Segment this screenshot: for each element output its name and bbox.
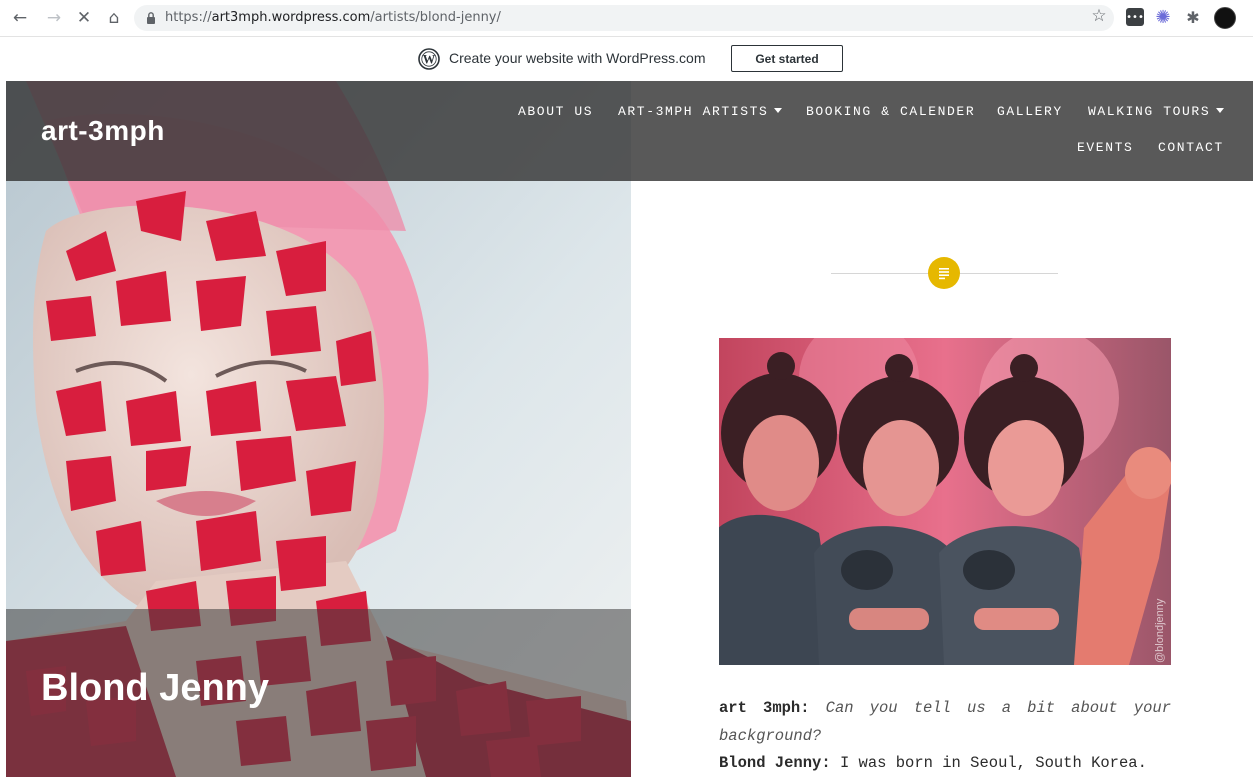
chevron-down-icon [1216,108,1225,113]
home-icon[interactable]: ⌂ [102,6,126,30]
extension-icon[interactable]: ••• [1126,8,1144,26]
star-icon[interactable]: ☆ [1088,6,1110,28]
post-format-badge [928,257,960,289]
profile-icon[interactable] [1214,7,1236,29]
wordpress-logo-icon[interactable]: W [418,48,440,70]
back-arrow-icon[interactable]: ← [8,6,32,30]
extension-icon[interactable]: ✺ [1154,7,1172,28]
forward-arrow-icon[interactable]: → [42,6,66,30]
url-text: https://art3mph.wordpress.com/artists/bl… [165,10,501,25]
chevron-down-icon [774,108,783,113]
menu-item-about-us[interactable]: ABOUT US [518,104,593,119]
image-watermark: @blondjenny [1154,598,1166,663]
browser-toolbar: ← → ✕ ⌂ https://art3mph.wordpress.com/ar… [0,0,1253,37]
menu-item-gallery[interactable]: GALLERY [997,104,1063,119]
answer-speaker: Blond Jenny: [719,754,831,772]
document-icon [939,268,949,280]
page-title: Blond Jenny [41,667,270,709]
menu-item-artists[interactable]: ART-3MPH ARTISTS [618,104,783,119]
menu-item-walking-tours[interactable]: WALKING TOURS [1088,104,1225,119]
lock-icon [147,12,155,24]
hero-image: Blond Jenny [6,81,631,777]
site-title[interactable]: art-3mph [41,115,165,147]
menu-item-booking[interactable]: BOOKING & CALENDER [806,104,975,119]
get-started-button[interactable]: Get started [731,45,843,72]
question-speaker: art 3mph: [719,699,810,717]
featured-image: @blondjenny [719,338,1171,665]
stop-icon[interactable]: ✕ [72,6,96,30]
artist-triple-portrait-image: @blondjenny [719,338,1171,665]
svg-text:W: W [423,52,436,66]
wordpress-promo-bar: W Create your website with WordPress.com… [0,37,1253,81]
puzzle-icon[interactable]: ✱ [1184,8,1202,27]
kebab-icon[interactable]: ⋮ [1246,8,1253,28]
site-header: art-3mph ABOUT US ART-3MPH ARTISTS BOOKI… [6,81,1253,181]
title-band: Blond Jenny [6,609,631,777]
interview-answer: Blond Jenny: I was born in Seoul, South … [719,750,1171,777]
answer-text: I was born in Seoul, South Korea. [839,754,1147,772]
menu-item-contact[interactable]: CONTACT [1158,140,1224,155]
promo-text: Create your website with WordPress.com [449,50,706,66]
interview-text: art 3mph: Can you tell us a bit about yo… [719,695,1171,777]
menu-item-events[interactable]: EVENTS [1077,140,1133,155]
interview-question: art 3mph: Can you tell us a bit about yo… [719,695,1171,750]
site-content: Blond Jenny art-3mph ABOUT US ART-3MPH A… [6,81,1253,777]
address-bar[interactable]: https://art3mph.wordpress.com/artists/bl… [134,5,1114,31]
